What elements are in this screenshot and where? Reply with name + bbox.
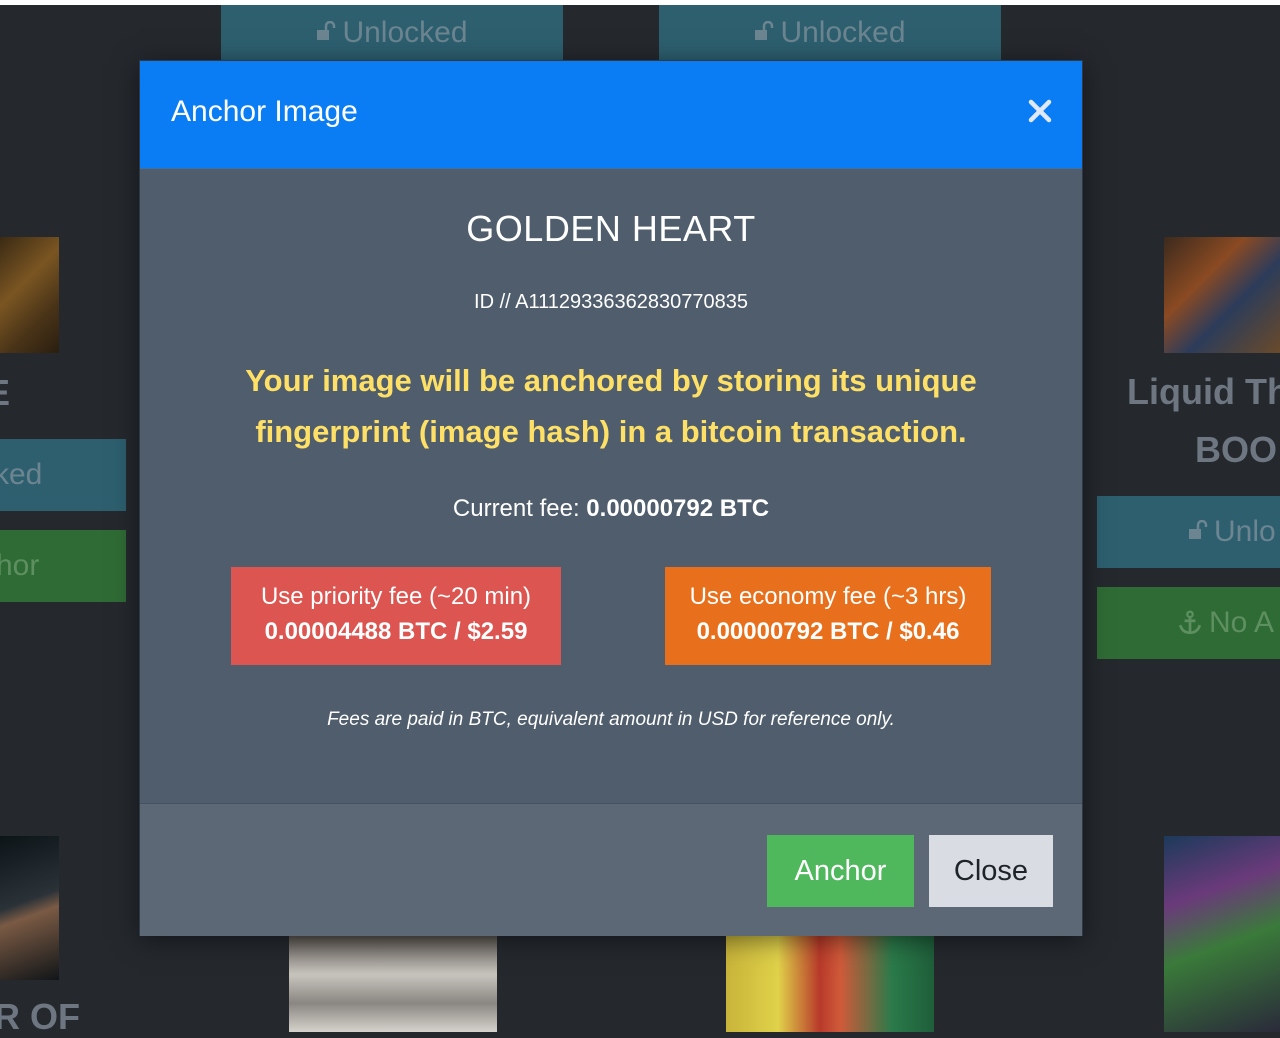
current-fee-label: Current fee: [452,495,580,522]
current-fee: Current fee: 0.00000792 BTC [140,495,1082,523]
bg-thumbnail-comic [1164,237,1280,353]
economy-fee-button[interactable]: Use economy fee (~3 hrs) 0.00000792 BTC … [665,567,991,665]
bg-thumbnail-pepe [1164,836,1280,1032]
bg-thumbnail-bitcoin [0,237,59,353]
bg-no-anchor-label: No A [1209,606,1275,639]
modal-body: GOLDEN HEART ID // A11129336362830770835… [140,169,1082,803]
bg-unlocked-button-right: Unlo [1097,496,1280,568]
bg-thumbnail-foil [289,936,497,1032]
modal-title: Anchor Image [171,95,358,128]
browser-top-edge [0,0,1280,5]
modal-header: Anchor Image [140,61,1082,169]
bg-unlocked-button-2: Unlocked [659,5,1001,60]
bg-unlocked-label: Unlocked [342,15,468,49]
anchor-notice: Your image will be anchored by storing i… [245,363,977,449]
bg-no-anchor-button-right: No A [1097,587,1280,659]
economy-fee-label: Use economy fee (~3 hrs) [689,583,967,610]
bg-unlocked-label: Unlo [1214,515,1276,548]
close-button[interactable]: Close [929,835,1053,907]
priority-fee-button[interactable]: Use priority fee (~20 min) 0.00004488 BT… [231,567,561,665]
anchor-button[interactable]: Anchor [767,835,914,907]
economy-fee-value: 0.00000792 BTC / $0.46 [696,618,960,645]
bg-unlocked-label: ked [0,458,43,491]
priority-fee-label: Use priority fee (~20 min) [260,583,532,610]
anchor-icon [1178,610,1202,635]
unlock-icon [317,20,336,40]
close-icon[interactable] [1026,97,1054,125]
bg-title-left-1: E [0,372,10,414]
bg-anchor-button-left: hor [0,530,126,602]
fee-note: Fees are paid in BTC, equivalent amount … [327,709,895,730]
unlock-icon [755,20,774,40]
bg-thumbnail-portrait [0,836,59,980]
image-id: ID // A11129336362830770835 [474,291,748,313]
bg-unlocked-label: Unlocked [780,15,906,49]
current-fee-value: 0.00000792 BTC [586,495,770,522]
bg-title-right-1: Liquid Th [1127,371,1280,412]
anchor-image-modal: Anchor Image GOLDEN HEART ID // A1112933… [139,60,1083,936]
bg-thumbnail-actor [726,936,934,1032]
bg-unlocked-button-left: ked [0,439,126,511]
bg-anchor-label: hor [0,549,40,582]
priority-fee-value: 0.00004488 BTC / $2.59 [264,618,528,645]
unlock-icon [1189,520,1208,539]
image-name: GOLDEN HEART [466,208,756,249]
modal-footer: Anchor Close [140,803,1082,936]
bg-title-right-2: BOO [1195,429,1278,470]
bg-unlocked-button-1: Unlocked [221,5,563,60]
